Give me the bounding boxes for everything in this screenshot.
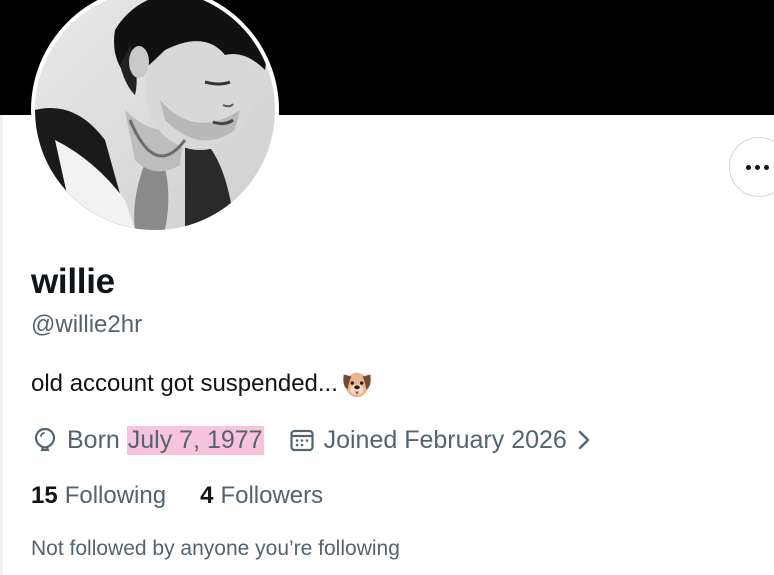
profile-meta: Born July 7, 1977 Joined February 2026: [31, 422, 593, 458]
chevron-right-icon[interactable]: [575, 427, 593, 453]
bio-text: old account got suspended...: [31, 370, 338, 397]
display-name: willie: [31, 262, 115, 301]
avatar[interactable]: [31, 0, 279, 234]
followers-count: 4: [200, 482, 214, 509]
following-label: Following: [64, 482, 167, 509]
followed-by-note: Not followed by anyone you’re following: [31, 537, 400, 560]
born-date: July 7, 1977: [126, 425, 264, 455]
followers-label: Followers: [220, 482, 324, 509]
follow-stats: 15 Following 4 Followers: [31, 482, 357, 510]
following-link[interactable]: 15 Following: [31, 482, 166, 510]
avatar-photo: [35, 0, 275, 230]
dog-face-emoji-icon: [343, 372, 371, 398]
joined-date: Joined February 2026: [323, 425, 567, 454]
following-count: 15: [31, 482, 58, 509]
born-label: Born: [67, 425, 120, 454]
more-horizontal-icon: [746, 165, 769, 170]
balloon-icon: [34, 427, 56, 451]
more-options-button[interactable]: [729, 137, 774, 197]
calendar-icon: [289, 429, 314, 452]
profile-bio: old account got suspended...: [31, 367, 374, 401]
user-handle: @willie2hr: [31, 311, 143, 338]
followers-link[interactable]: 4 Followers: [200, 482, 323, 510]
column-border: [0, 115, 3, 575]
